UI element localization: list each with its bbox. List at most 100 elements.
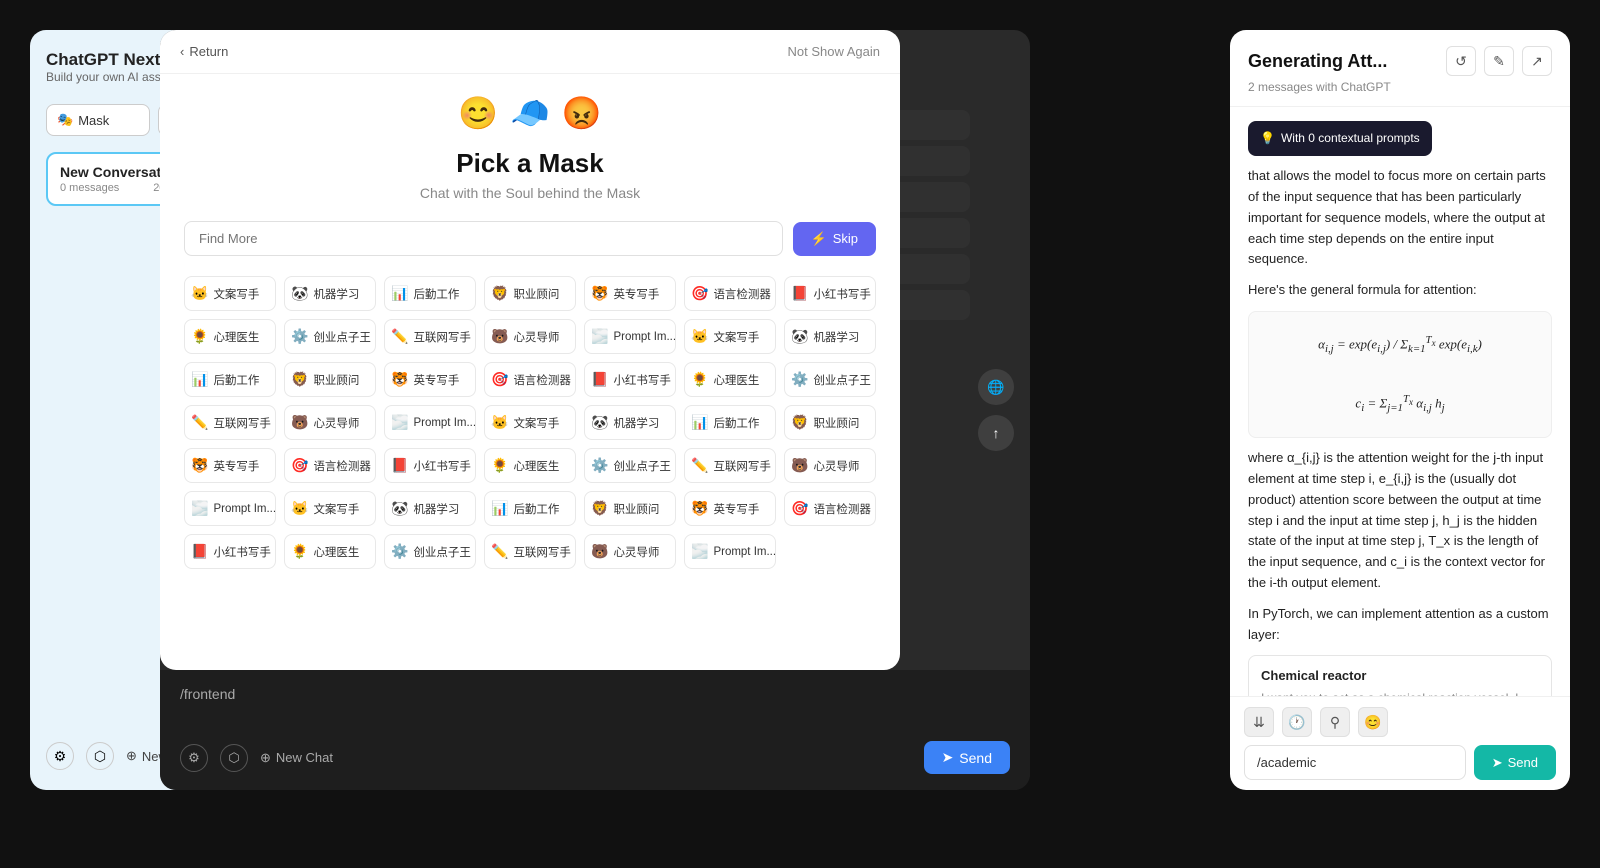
mask-item-14[interactable]: 📊后勤工作 bbox=[184, 362, 276, 397]
mask-item-2[interactable]: 📊后勤工作 bbox=[384, 276, 476, 311]
mask-item-36[interactable]: 🐱文案写手 bbox=[284, 491, 376, 526]
pytorch-note: In PyTorch, we can implement attention a… bbox=[1248, 604, 1552, 646]
github-icon-btn[interactable]: ⬡ bbox=[86, 742, 114, 770]
mask-item-15[interactable]: 🦁职业顾问 bbox=[284, 362, 376, 397]
mask-item-9[interactable]: ✏️互联网写手 bbox=[384, 319, 476, 354]
mask-emoji-44: ⚙️ bbox=[391, 543, 408, 560]
chat-input[interactable] bbox=[180, 686, 1010, 702]
settings-icon-btn[interactable]: ⚙ bbox=[46, 742, 74, 770]
emoji-icon-btn[interactable]: 😊 bbox=[1358, 707, 1388, 737]
mask-item-33[interactable]: ✏️互联网写手 bbox=[684, 448, 776, 483]
mask-item-20[interactable]: ⚙️创业点子王 bbox=[784, 362, 876, 397]
mask-item-10[interactable]: 🐻心灵导师 bbox=[484, 319, 576, 354]
mask-label-11: Prompt Im... bbox=[613, 331, 676, 343]
mask-item-27[interactable]: 🦁职业顾问 bbox=[784, 405, 876, 440]
mask-item-45[interactable]: ✏️互联网写手 bbox=[484, 534, 576, 569]
collapse-icon-btn[interactable]: ⇊ bbox=[1244, 707, 1274, 737]
right-title-row: Generating Att... ↺ ✎ ↗ bbox=[1248, 46, 1552, 76]
share-button[interactable]: ↗ bbox=[1522, 46, 1552, 76]
mask-emoji-1: 🐼 bbox=[291, 285, 308, 302]
mask-emoji-45: ✏️ bbox=[491, 543, 508, 560]
suggestion-text-1: I want you to act as a chemical reaction… bbox=[1261, 689, 1539, 696]
mask-emoji-47: 🌫️ bbox=[691, 543, 708, 560]
mask-emoji-20: ⚙️ bbox=[791, 371, 808, 388]
mask-item-34[interactable]: 🐻心灵导师 bbox=[784, 448, 876, 483]
clock-icon-btn[interactable]: 🕐 bbox=[1282, 707, 1312, 737]
mask-label-18: 小红书写手 bbox=[613, 372, 671, 388]
math-formula-block: αi,j = exp(ei,j) / Σk=1Tx exp(ei,k) ci =… bbox=[1248, 311, 1552, 438]
globe-icon[interactable]: 🌐 bbox=[978, 369, 1014, 405]
modal-emoji-1: 😊 bbox=[458, 94, 498, 132]
search-icon-btn[interactable]: ⚲ bbox=[1320, 707, 1350, 737]
mask-item-4[interactable]: 🐯英专写手 bbox=[584, 276, 676, 311]
right-footer-icons: ⇊ 🕐 ⚲ 😊 bbox=[1244, 707, 1556, 737]
mask-item-26[interactable]: 📊后勤工作 bbox=[684, 405, 776, 440]
mask-emoji-41: 🎯 bbox=[791, 500, 808, 517]
mask-item-44[interactable]: ⚙️ 创业点子王 bbox=[384, 534, 476, 569]
mask-item-0[interactable]: 🐱文案写手 bbox=[184, 276, 276, 311]
send-button[interactable]: ➤ Send bbox=[924, 741, 1010, 774]
edit-button[interactable]: ✎ bbox=[1484, 46, 1514, 76]
mask-button[interactable]: 🎭 Mask bbox=[46, 104, 150, 136]
right-chat-input[interactable] bbox=[1244, 745, 1466, 780]
right-footer: ⇊ 🕐 ⚲ 😊 ➤ Send bbox=[1230, 696, 1570, 790]
mask-item-30[interactable]: 📕小红书写手 bbox=[384, 448, 476, 483]
mask-emoji-16: 🐯 bbox=[391, 371, 408, 388]
right-header: Generating Att... ↺ ✎ ↗ 2 messages with … bbox=[1230, 30, 1570, 107]
mask-emoji-18: 📕 bbox=[591, 371, 608, 388]
mask-label-44: 创业点子王 bbox=[413, 544, 471, 560]
skip-button[interactable]: ⚡ Skip bbox=[793, 222, 876, 256]
mask-item-5[interactable]: 🎯语言检测器 bbox=[684, 276, 776, 311]
mask-item-47[interactable]: 🌫️Prompt Im... bbox=[684, 534, 776, 569]
mask-item-43[interactable]: 🌻心理医生 bbox=[284, 534, 376, 569]
mask-label-39: 职业顾问 bbox=[613, 501, 659, 517]
mask-item-18[interactable]: 📕 小红书写手 bbox=[584, 362, 676, 397]
mask-label-5: 语言检测器 bbox=[713, 286, 771, 302]
mask-item-12[interactable]: 🐱文案写手 bbox=[684, 319, 776, 354]
mask-item-46[interactable]: 🐻心灵导师 bbox=[584, 534, 676, 569]
mask-label-27: 职业顾问 bbox=[813, 415, 859, 431]
mask-search-input[interactable] bbox=[184, 221, 783, 256]
mask-item-37[interactable]: 🐼机器学习 bbox=[384, 491, 476, 526]
upload-icon[interactable]: ↑ bbox=[978, 415, 1014, 451]
github-chat-icon[interactable]: ⬡ bbox=[220, 744, 248, 772]
settings-chat-icon[interactable]: ⚙ bbox=[180, 744, 208, 772]
not-show-again-button[interactable]: Not Show Again bbox=[787, 44, 880, 59]
mask-item-29[interactable]: 🎯语言检测器 bbox=[284, 448, 376, 483]
mask-item-28[interactable]: 🐯英专写手 bbox=[184, 448, 276, 483]
mask-label-21: 互联网写手 bbox=[213, 415, 271, 431]
chat-input-area: ⚙ ⬡ ⊕ New Chat ➤ Send bbox=[160, 670, 1030, 790]
mask-item-16[interactable]: 🐯英专写手 bbox=[384, 362, 476, 397]
mask-item-39[interactable]: 🦁职业顾问 bbox=[584, 491, 676, 526]
mask-item-3[interactable]: 🦁职业顾问 bbox=[484, 276, 576, 311]
mask-item-42[interactable]: 📕小红书写手 bbox=[184, 534, 276, 569]
mask-item-32[interactable]: ⚙️创业点子王 bbox=[584, 448, 676, 483]
mask-label-28: 英专写手 bbox=[213, 458, 259, 474]
mask-item-8[interactable]: ⚙️创业点子王 bbox=[284, 319, 376, 354]
mask-item-11[interactable]: 🌫️Prompt Im... bbox=[584, 319, 676, 354]
mask-item-7[interactable]: 🌻心理医生 bbox=[184, 319, 276, 354]
mask-item-17[interactable]: 🎯语言检测器 bbox=[484, 362, 576, 397]
mask-item-23[interactable]: 🌫️Prompt Im... bbox=[384, 405, 476, 440]
mask-item-38[interactable]: 📊后勤工作 bbox=[484, 491, 576, 526]
mask-item-35[interactable]: 🌫️Prompt Im... bbox=[184, 491, 276, 526]
mask-item-40[interactable]: 🐯英专写手 bbox=[684, 491, 776, 526]
suggestion-chemical[interactable]: Chemical reactor I want you to act as a … bbox=[1248, 655, 1552, 696]
modal-body: 😊 🧢 😡 Pick a Mask Chat with the Soul beh… bbox=[160, 74, 900, 662]
right-send-button[interactable]: ➤ Send bbox=[1474, 745, 1556, 780]
modal-back-button[interactable]: ‹ Return bbox=[180, 44, 228, 59]
mask-item-13[interactable]: 🐼机器学习 bbox=[784, 319, 876, 354]
mask-item-6[interactable]: 📕小红书写手 bbox=[784, 276, 876, 311]
mask-item-41[interactable]: 🎯语言检测器 bbox=[784, 491, 876, 526]
mask-item-25[interactable]: 🐼机器学习 bbox=[584, 405, 676, 440]
mask-emoji-35: 🌫️ bbox=[191, 500, 208, 517]
undo-button[interactable]: ↺ bbox=[1446, 46, 1476, 76]
mask-item-31[interactable]: 🌻心理医生 bbox=[484, 448, 576, 483]
mask-item-19[interactable]: 🌻心理医生 bbox=[684, 362, 776, 397]
mask-item-22[interactable]: 🐻心灵导师 bbox=[284, 405, 376, 440]
mask-item-1[interactable]: 🐼机器学习 bbox=[284, 276, 376, 311]
new-chat-dark-btn[interactable]: ⊕ New Chat bbox=[260, 750, 333, 766]
right-header-icons: ↺ ✎ ↗ bbox=[1446, 46, 1552, 76]
mask-item-21[interactable]: ✏️互联网写手 bbox=[184, 405, 276, 440]
mask-item-24[interactable]: 🐱文案写手 bbox=[484, 405, 576, 440]
